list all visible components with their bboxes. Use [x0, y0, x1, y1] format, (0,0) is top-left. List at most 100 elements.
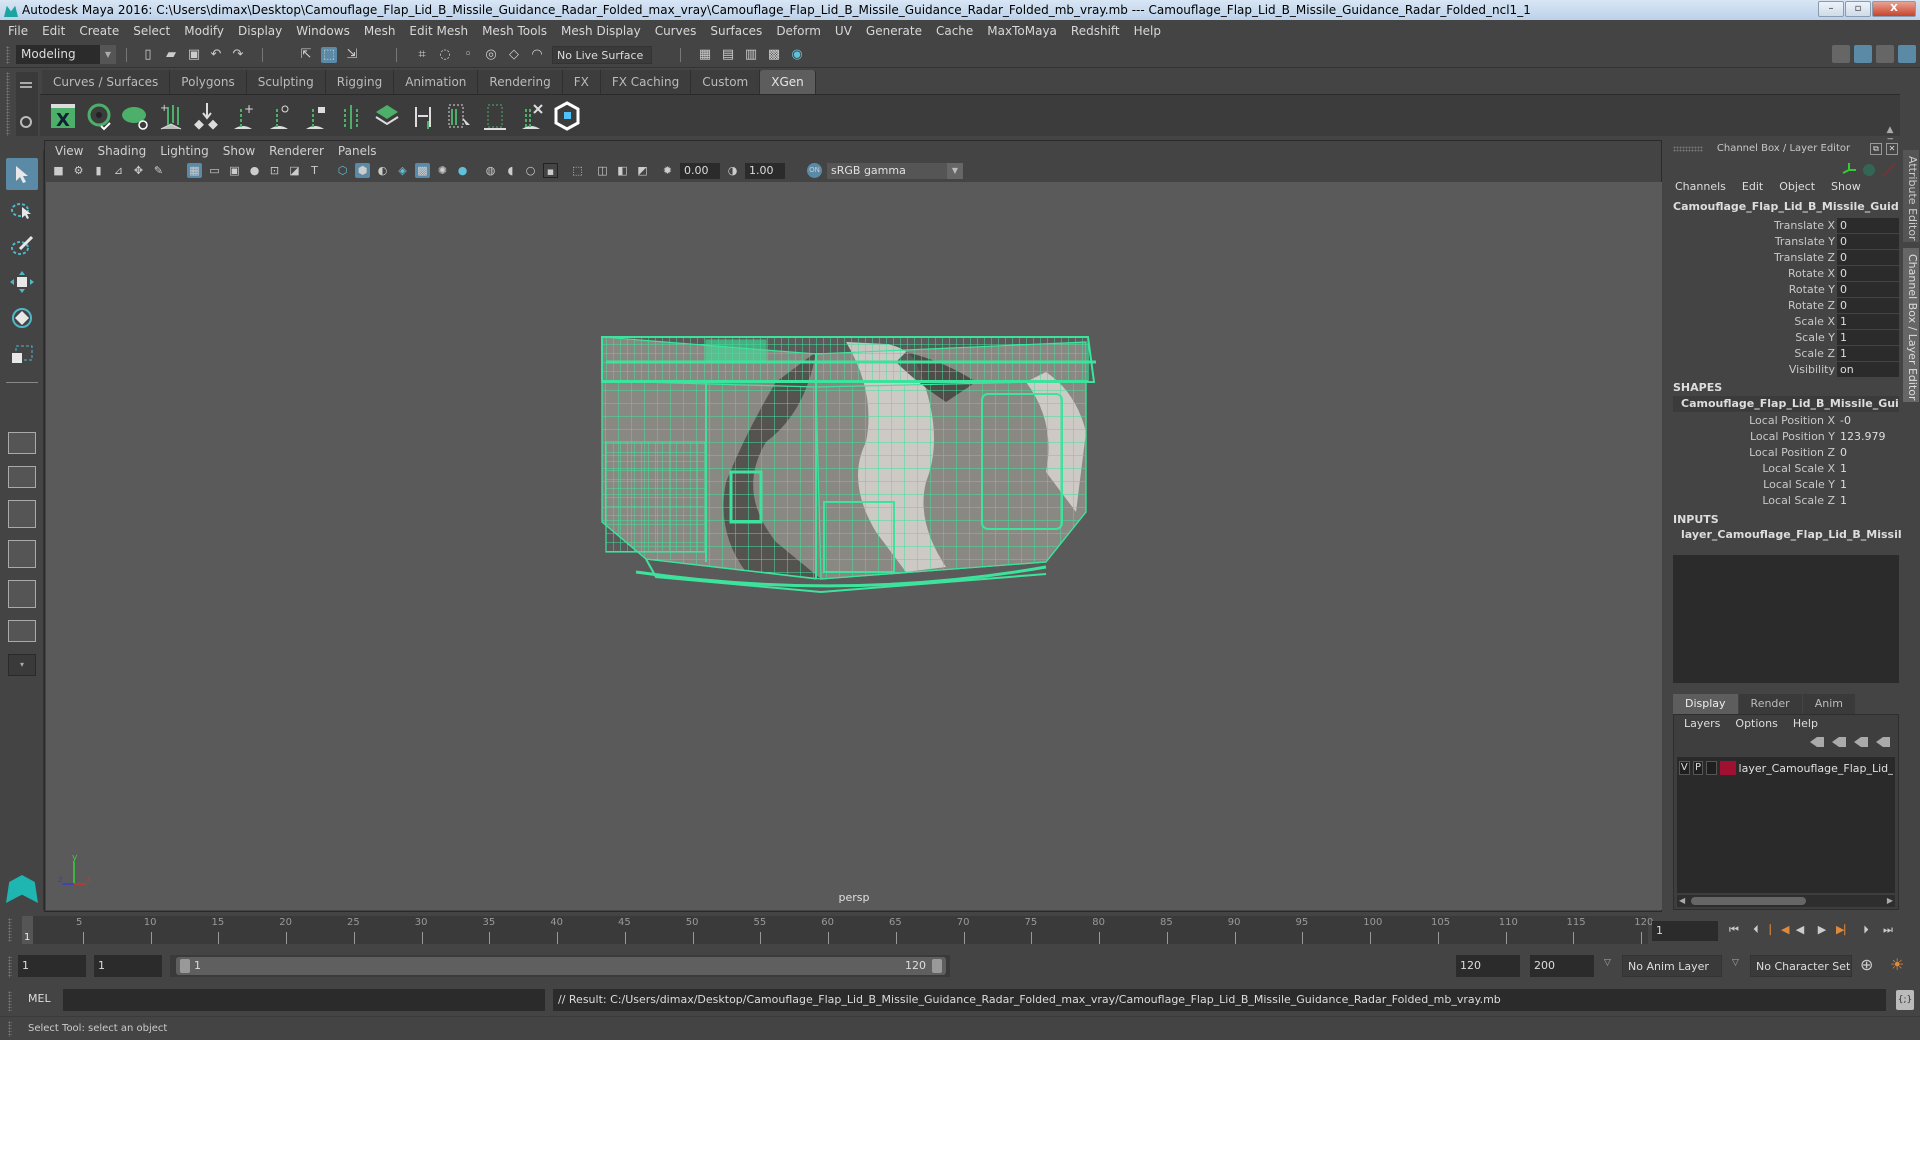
xgen-add-guides-icon[interactable]: +: [156, 101, 186, 131]
single-perspective-layout-button[interactable]: [8, 432, 36, 454]
hypershade-persp-layout-button[interactable]: [8, 580, 36, 608]
options-menu[interactable]: Options: [1735, 717, 1777, 735]
menu-cache[interactable]: Cache: [936, 24, 973, 38]
field-chart-icon[interactable]: ⊡: [267, 163, 282, 178]
snap-curve-icon[interactable]: ◌: [437, 47, 453, 63]
color-management-toggle-icon[interactable]: ON: [807, 163, 822, 178]
go-to-start-icon[interactable]: ⏮: [1726, 922, 1742, 938]
select-component-icon[interactable]: ⇲: [344, 47, 360, 63]
attribute-value[interactable]: 0: [1837, 298, 1899, 313]
2d-pan-zoom-icon[interactable]: ✥: [131, 163, 146, 178]
tab-curves-surfaces[interactable]: Curves / Surfaces: [42, 70, 171, 94]
xgen-add-guide-icon[interactable]: +: [228, 101, 258, 131]
move-tool-button[interactable]: [6, 266, 38, 298]
menu-select[interactable]: Select: [133, 24, 170, 38]
gate-mask-icon[interactable]: ●: [247, 163, 262, 178]
maximize-button[interactable]: ▫: [1845, 1, 1871, 17]
attribute-label[interactable]: Rotate Y: [1789, 282, 1835, 298]
grip-handle[interactable]: [6, 72, 10, 136]
grease-pencil-icon[interactable]: ✎: [151, 163, 166, 178]
xray-components-icon[interactable]: ◩: [635, 163, 650, 178]
xgen-delete-icon[interactable]: [516, 101, 546, 131]
move-layer-up-icon[interactable]: [1810, 737, 1824, 747]
attribute-label[interactable]: Local Position Z: [1749, 445, 1835, 461]
channel-box-toggle-icon[interactable]: [1898, 45, 1916, 63]
make-live-icon[interactable]: ◠: [529, 47, 545, 63]
attribute-label[interactable]: Local Position X: [1749, 413, 1835, 429]
viewport-menu-panels[interactable]: Panels: [338, 144, 377, 158]
motion-blur-icon[interactable]: ◖: [503, 163, 518, 178]
view-transform-dropdown[interactable]: sRGB gamma ▼: [827, 163, 963, 179]
float-panel-icon[interactable]: ⧉: [1870, 143, 1882, 155]
use-all-lights-icon[interactable]: ✺: [435, 163, 450, 178]
attribute-value[interactable]: 1: [1837, 493, 1899, 508]
auto-key-icon[interactable]: ⊕: [1860, 955, 1873, 974]
attribute-label[interactable]: Scale X: [1794, 314, 1835, 330]
xgen-preview-icon[interactable]: [84, 101, 114, 131]
layer-list-scrollbar[interactable]: ◀ ▶: [1677, 895, 1895, 907]
persp-outliner-layout-button[interactable]: [8, 500, 36, 528]
chevron-down-icon[interactable]: ▽: [1604, 958, 1611, 968]
play-forwards-icon[interactable]: ▶: [1814, 922, 1830, 938]
anti-aliasing-icon[interactable]: ○: [523, 163, 538, 178]
default-material-icon[interactable]: ◐: [375, 163, 390, 178]
play-backwards-icon[interactable]: ◀: [1792, 922, 1808, 938]
render-settings-icon[interactable]: ▥: [743, 47, 759, 63]
four-view-layout-button[interactable]: [8, 466, 36, 488]
menu-display[interactable]: Display: [238, 24, 282, 38]
step-back-key-icon[interactable]: ⏴: [1748, 922, 1764, 938]
menu-mesh-display[interactable]: Mesh Display: [561, 24, 641, 38]
tab-animation[interactable]: Animation: [394, 70, 479, 94]
input-node-name[interactable]: layer_Camouflage_Flap_Lid_B_Missile_...: [1681, 528, 1920, 541]
attribute-value[interactable]: 0: [1837, 445, 1899, 460]
isolate-select-icon[interactable]: ⬚: [570, 163, 585, 178]
attribute-editor-toggle-icon[interactable]: [1854, 45, 1872, 63]
attribute-label[interactable]: Translate Y: [1775, 234, 1835, 250]
animation-end-field[interactable]: 200: [1530, 955, 1594, 977]
image-plane-icon[interactable]: ⊿: [111, 163, 126, 178]
menu-generate[interactable]: Generate: [866, 24, 922, 38]
attribute-value[interactable]: 0: [1837, 250, 1899, 265]
persp-graph-outliner-layout-button[interactable]: [8, 620, 36, 642]
camera-attributes-icon[interactable]: ⚙: [71, 163, 86, 178]
attribute-value[interactable]: 123.979: [1837, 429, 1899, 444]
attribute-label[interactable]: Rotate X: [1788, 266, 1835, 282]
tab-display[interactable]: Display: [1673, 694, 1738, 714]
help-menu[interactable]: Help: [1793, 717, 1818, 735]
menu-help[interactable]: Help: [1134, 24, 1161, 38]
character-set-dropdown[interactable]: No Character Set: [1750, 955, 1852, 977]
xgen-library-icon[interactable]: X: [48, 101, 78, 131]
wireframe-icon[interactable]: ⬡: [335, 163, 350, 178]
layout-options-button[interactable]: ▾: [8, 654, 36, 676]
attribute-label[interactable]: Local Position Y: [1750, 429, 1835, 445]
attribute-value[interactable]: 1: [1837, 477, 1899, 492]
layer-row[interactable]: V P layer_Camouflage_Flap_Lid_B_Missile_…: [1679, 760, 1893, 776]
layer-visibility-toggle[interactable]: V: [1679, 761, 1690, 775]
tab-xgen[interactable]: XGen: [760, 70, 816, 94]
scroll-right-icon[interactable]: ▶: [1887, 896, 1893, 905]
grip-handle[interactable]: [6, 46, 10, 64]
wireframe-on-shaded-icon[interactable]: ◈: [395, 163, 410, 178]
viewport-menu-show[interactable]: Show: [223, 144, 255, 158]
edit-menu[interactable]: Edit: [1742, 180, 1763, 198]
menu-create[interactable]: Create: [79, 24, 119, 38]
animation-preferences-icon[interactable]: ☀: [1890, 955, 1904, 974]
3d-viewport[interactable]: y x z persp: [46, 182, 1662, 910]
xgen-app-icon[interactable]: [552, 101, 582, 131]
undo-icon[interactable]: ↶: [208, 47, 224, 63]
menu-mesh[interactable]: Mesh: [364, 24, 396, 38]
grip-handle[interactable]: [8, 1021, 12, 1037]
menu-maxtomaya[interactable]: MaxToMaya: [987, 24, 1057, 38]
attribute-value[interactable]: 0: [1837, 218, 1899, 233]
ambient-occlusion-icon[interactable]: ◍: [483, 163, 498, 178]
shadows-icon[interactable]: ●: [455, 163, 470, 178]
object-menu[interactable]: Object: [1779, 180, 1815, 198]
film-gate-icon[interactable]: ▭: [207, 163, 222, 178]
open-scene-icon[interactable]: ▰: [163, 47, 179, 63]
range-end-handle[interactable]: [932, 959, 942, 973]
attribute-label[interactable]: Rotate Z: [1788, 298, 1835, 314]
layer-color-swatch[interactable]: [1720, 761, 1736, 775]
menu-set-dropdown[interactable]: Modeling ▼: [16, 45, 116, 64]
attribute-value[interactable]: 0: [1837, 282, 1899, 297]
attribute-value[interactable]: 0: [1837, 234, 1899, 249]
